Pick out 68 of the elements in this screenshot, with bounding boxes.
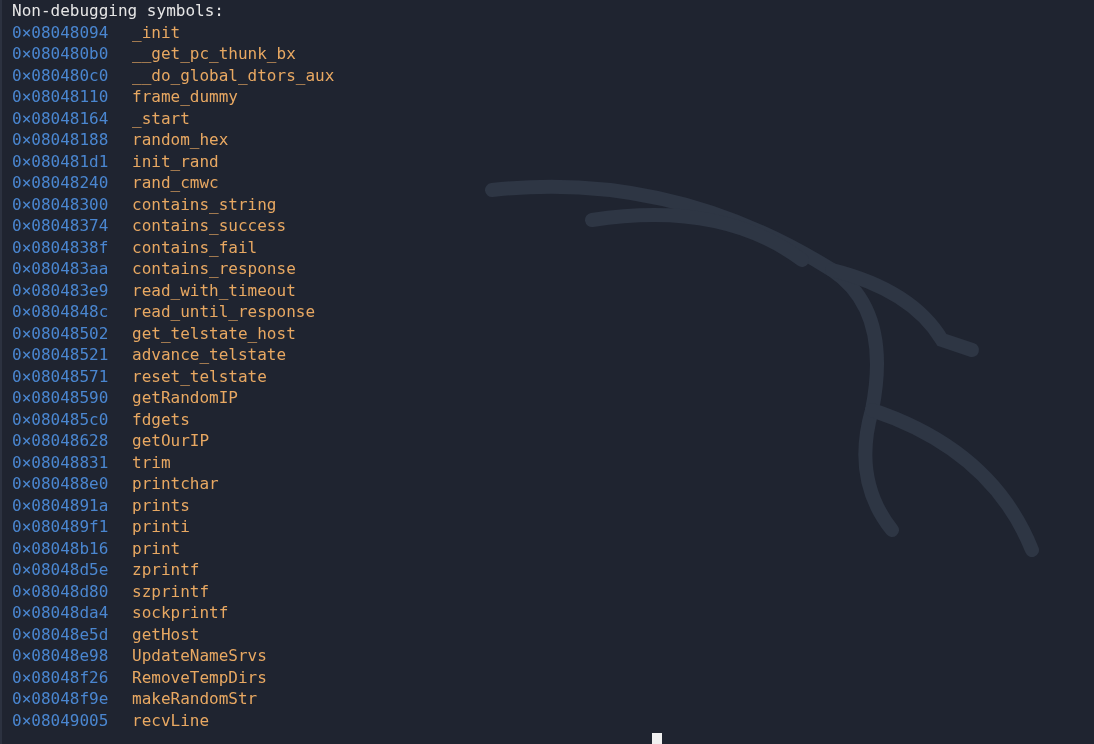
- symbol-name: getHost: [132, 623, 200, 645]
- symbol-name: recvLine: [132, 709, 210, 731]
- symbol-address: 0×08048110: [12, 86, 110, 108]
- symbol-name: UpdateNameSrvs: [132, 645, 267, 667]
- symbol-address: 0×08048188: [12, 129, 110, 151]
- symbol-address: 0×0804891a: [12, 494, 110, 516]
- symbol-address: 0×08048502: [12, 322, 110, 344]
- symbol-name: contains_fail: [132, 236, 258, 258]
- symbol-name: get_telstate_host: [132, 322, 296, 344]
- symbol-name: getRandomIP: [132, 387, 238, 409]
- header-text: Non-debugging symbols:: [12, 0, 225, 22]
- text-cursor: [652, 733, 662, 744]
- symbol-name: _init: [132, 21, 181, 43]
- symbol-address: 0×08048f9e: [12, 688, 110, 710]
- symbol-address: 0×080483e9: [12, 279, 110, 301]
- symbol-name: zprintf: [132, 559, 200, 581]
- symbol-name: contains_response: [132, 258, 296, 280]
- symbol-name: rand_cmwc: [132, 172, 219, 194]
- symbol-name: makeRandomStr: [132, 688, 258, 710]
- symbol-address: 0×08048164: [12, 107, 110, 129]
- symbol-address: 0×080485c0: [12, 408, 110, 430]
- symbol-name: getOurIP: [132, 430, 210, 452]
- symbol-name: printi: [132, 516, 190, 538]
- symbol-address: 0×080480b0: [12, 43, 110, 65]
- symbol-address: 0×08048b16: [12, 537, 110, 559]
- symbol-name: contains_string: [132, 193, 277, 215]
- symbol-name: random_hex: [132, 129, 229, 151]
- symbol-address: 0×08048571: [12, 365, 110, 387]
- symbol-address: 0×080480c0: [12, 64, 110, 86]
- symbol-address: 0×08048374: [12, 215, 110, 237]
- symbol-address: 0×08048590: [12, 387, 110, 409]
- symbol-name: szprintf: [132, 580, 210, 602]
- symbol-address: 0×08048094: [12, 21, 110, 43]
- symbol-address: 0×08048831: [12, 451, 110, 473]
- symbol-name: fdgets: [132, 408, 190, 430]
- symbol-address: 0×08048e5d: [12, 623, 110, 645]
- symbol-name: read_until_response: [132, 301, 316, 323]
- symbol-name: contains_success: [132, 215, 287, 237]
- symbol-name: trim: [132, 451, 171, 473]
- symbol-address: 0×08049005: [12, 709, 110, 731]
- symbol-name: printchar: [132, 473, 219, 495]
- symbol-address: 0×08048521: [12, 344, 110, 366]
- symbol-address: 0×08048e98: [12, 645, 110, 667]
- symbol-name: sockprintf: [132, 602, 229, 624]
- symbol-name: __do_global_dtors_aux: [132, 64, 335, 86]
- symbol-name: reset_telstate: [132, 365, 267, 387]
- symbol-address: 0×08048628: [12, 430, 110, 452]
- symbol-name: prints: [132, 494, 190, 516]
- symbol-address: 0×08048f26: [12, 666, 110, 688]
- symbol-address: 0×080483aa: [12, 258, 110, 280]
- symbol-name: RemoveTempDirs: [132, 666, 267, 688]
- symbol-address: 0×080488e0: [12, 473, 110, 495]
- symbol-address: 0×08048d80: [12, 580, 110, 602]
- symbol-address: 0×080489f1: [12, 516, 110, 538]
- symbol-address: 0×080481d1: [12, 150, 110, 172]
- symbol-name: _start: [132, 107, 190, 129]
- symbol-name: init_rand: [132, 150, 219, 172]
- symbol-name: frame_dummy: [132, 86, 238, 108]
- symbol-name: read_with_timeout: [132, 279, 296, 301]
- symbol-name: print: [132, 537, 181, 559]
- symbol-name: advance_telstate: [132, 344, 287, 366]
- symbol-address: 0×08048240: [12, 172, 110, 194]
- symbol-address: 0×0804848c: [12, 301, 110, 323]
- symbol-name: __get_pc_thunk_bx: [132, 43, 296, 65]
- symbol-address: 0×08048d5e: [12, 559, 110, 581]
- symbol-address: 0×08048da4: [12, 602, 110, 624]
- symbol-address: 0×08048300: [12, 193, 110, 215]
- symbol-address: 0×0804838f: [12, 236, 110, 258]
